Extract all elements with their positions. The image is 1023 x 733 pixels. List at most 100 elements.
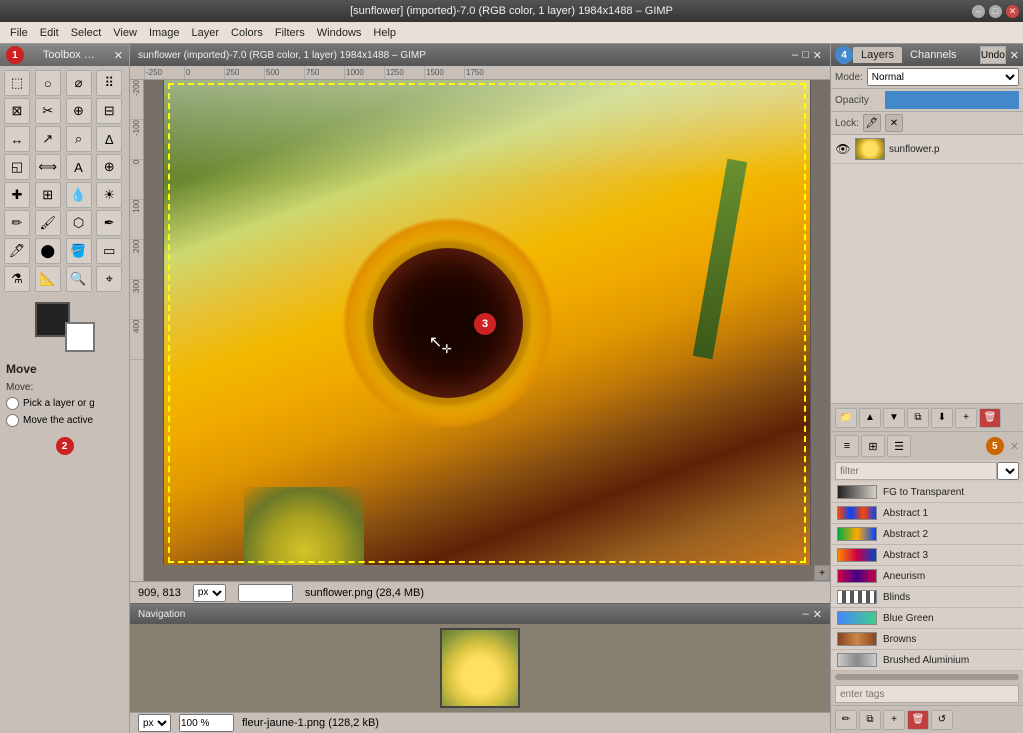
tool-shear[interactable]: ∆	[96, 126, 122, 152]
tool-selection-ellipse[interactable]: ○	[35, 70, 61, 96]
menu-file[interactable]: File	[4, 25, 34, 41]
gradient-item-aneurism[interactable]: Aneurism	[831, 566, 1023, 587]
gradient-item-browns[interactable]: Browns	[831, 629, 1023, 650]
tab-layers[interactable]: Layers	[853, 47, 902, 63]
tool-perspective-clone[interactable]: ⊞	[35, 182, 61, 208]
tool-color-picker[interactable]: ⚗	[4, 266, 30, 292]
gradient-item-fg-transparent[interactable]: FG to Transparent	[831, 482, 1023, 503]
tool-selection-rect[interactable]: ⬚	[4, 70, 30, 96]
menu-colors[interactable]: Colors	[225, 25, 269, 41]
lock-pixels-button[interactable]: 🖊	[863, 114, 881, 132]
gradient-item-abstract1[interactable]: Abstract 1	[831, 503, 1023, 524]
move-active-radio[interactable]	[6, 414, 19, 427]
thumb-close-icon[interactable]: ✕	[813, 608, 822, 621]
tool-measure[interactable]: 📐	[35, 266, 61, 292]
gradient-item-abstract2[interactable]: Abstract 2	[831, 524, 1023, 545]
tool-move[interactable]: ⊕	[66, 98, 92, 124]
gradient-new-button[interactable]: +	[883, 710, 905, 730]
gradient-item-abstract3[interactable]: Abstract 3	[831, 545, 1023, 566]
tool-by-color-select[interactable]: ⊠	[4, 98, 30, 124]
gradient-item-brushed-aluminium[interactable]: Brushed Aluminium	[831, 650, 1023, 671]
thumb-unit-select[interactable]: px	[138, 714, 171, 732]
close-button[interactable]: ✕	[1006, 5, 1019, 18]
canvas-scroll-area[interactable]: ↖ ✛ 3 +	[144, 80, 830, 581]
new-layer-group-button[interactable]: 📁	[835, 408, 857, 428]
background-color[interactable]	[65, 322, 95, 352]
maximize-button[interactable]: □	[989, 5, 1002, 18]
filter-options-select[interactable]	[997, 462, 1019, 480]
tool-pencil[interactable]: ✏	[4, 210, 30, 236]
tool-flip[interactable]: ⟺	[35, 154, 61, 180]
tool-mypaint[interactable]: ⬤	[35, 238, 61, 264]
menu-help[interactable]: Help	[367, 25, 402, 41]
tool-dodge[interactable]: ☀	[96, 182, 122, 208]
mode-select[interactable]: Normal Dissolve Multiply Screen	[867, 68, 1019, 86]
menu-view[interactable]: View	[107, 25, 143, 41]
canvas-minimize-icon[interactable]: –	[792, 49, 798, 62]
gradient-edit-button[interactable]: ✏	[835, 710, 857, 730]
pick-layer-option[interactable]: Pick a layer or g	[0, 395, 129, 412]
tool-perspective[interactable]: ◱	[4, 154, 30, 180]
tool-fuzzy-select[interactable]: ⠿	[96, 70, 122, 96]
tool-free-select[interactable]: ⌀	[66, 70, 92, 96]
gradient-view-details-button[interactable]: ☰	[887, 435, 911, 457]
layer-item[interactable]: 👁 sunflower.p	[831, 135, 1023, 164]
gradient-panel-close-icon[interactable]: ✕	[1010, 440, 1019, 453]
undo-button[interactable]: Undo	[980, 46, 1006, 64]
tool-paths[interactable]: ⌖	[96, 266, 122, 292]
gradient-item-blinds[interactable]: Blinds	[831, 587, 1023, 608]
canvas-image-container[interactable]: ↖ ✛ 3	[144, 80, 830, 565]
menu-edit[interactable]: Edit	[34, 25, 65, 41]
layer-visibility-icon[interactable]: 👁	[835, 141, 851, 157]
lower-layer-button[interactable]: ▼	[883, 408, 905, 428]
tool-scale[interactable]: ⌕	[66, 126, 92, 152]
unit-select[interactable]: px	[193, 584, 226, 602]
gradient-copy-button[interactable]: ⧉	[859, 710, 881, 730]
pick-layer-radio[interactable]	[6, 397, 19, 410]
tab-channels[interactable]: Channels	[902, 47, 964, 63]
tool-gradient[interactable]: ▭	[96, 238, 122, 264]
zoom-input[interactable]: 33,3 %	[238, 584, 293, 602]
gradient-delete-button[interactable]: 🗑	[907, 710, 929, 730]
tool-bucket-fill[interactable]: 🪣	[66, 238, 92, 264]
menu-filters[interactable]: Filters	[269, 25, 311, 41]
menu-windows[interactable]: Windows	[311, 25, 368, 41]
opacity-input[interactable]: 100,0	[885, 91, 1019, 109]
tool-paintbrush[interactable]: 🖌	[35, 210, 61, 236]
tool-align[interactable]: ⊟	[96, 98, 122, 124]
move-active-option[interactable]: Move the active	[0, 412, 129, 429]
tags-input[interactable]	[835, 685, 1019, 703]
tool-eraser[interactable]: ⬡	[66, 210, 92, 236]
thumb-min-icon[interactable]: –	[803, 608, 809, 621]
thumb-zoom-input[interactable]	[179, 714, 234, 732]
lock-position-button[interactable]: ✕	[885, 114, 903, 132]
canvas-maximize-icon[interactable]: □	[802, 49, 809, 62]
menu-layer[interactable]: Layer	[186, 25, 226, 41]
canvas-close-icon[interactable]: ✕	[813, 49, 822, 62]
new-layer-button[interactable]: +	[955, 408, 977, 428]
raise-layer-button[interactable]: ▲	[859, 408, 881, 428]
delete-layer-button[interactable]: 🗑	[979, 408, 1001, 428]
gradient-scrollbar[interactable]	[831, 671, 1023, 683]
gradient-item-blue-green[interactable]: Blue Green	[831, 608, 1023, 629]
tool-blur[interactable]: 💧	[66, 182, 92, 208]
merge-down-button[interactable]: ⬇	[931, 408, 953, 428]
tool-ink[interactable]: 🖊	[4, 238, 30, 264]
tool-rotate[interactable]: ↗	[35, 126, 61, 152]
foreground-background-color[interactable]	[35, 302, 95, 352]
tool-text[interactable]: A	[66, 154, 92, 180]
tool-airbrush[interactable]: ✒	[96, 210, 122, 236]
menu-image[interactable]: Image	[143, 25, 186, 41]
tool-clone[interactable]: ⊕	[96, 154, 122, 180]
tool-crop[interactable]: ↔	[4, 126, 30, 152]
tool-heal[interactable]: ✚	[4, 182, 30, 208]
gradient-refresh-button[interactable]: ↺	[931, 710, 953, 730]
minimize-button[interactable]: –	[972, 5, 985, 18]
canvas-corner-resize[interactable]: +	[814, 565, 830, 581]
gradient-view-list-button[interactable]: ≡	[835, 435, 859, 457]
tool-zoom[interactable]: 🔍	[66, 266, 92, 292]
gradient-view-grid-button[interactable]: ⊞	[861, 435, 885, 457]
layers-close-icon[interactable]: ✕	[1010, 49, 1019, 62]
filter-input[interactable]	[835, 462, 997, 480]
tool-scissors-select[interactable]: ✂	[35, 98, 61, 124]
